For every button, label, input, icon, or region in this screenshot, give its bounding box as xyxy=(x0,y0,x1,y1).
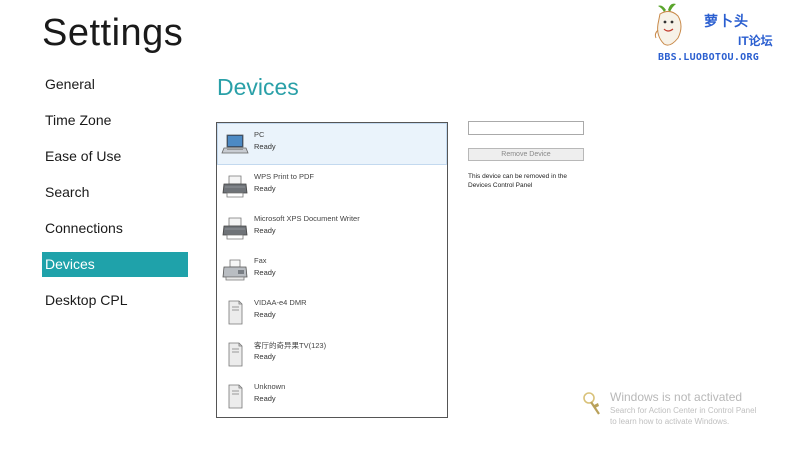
device-item-xps-document-writer[interactable]: Microsoft XPS Document Writer Ready xyxy=(217,207,447,249)
device-status: Ready xyxy=(254,394,276,403)
radish-mascot-icon xyxy=(654,3,682,46)
device-name-field[interactable] xyxy=(468,121,584,135)
nav-item-devices[interactable]: Devices xyxy=(42,252,188,277)
device-status: Ready xyxy=(254,268,276,277)
activation-watermark: Windows is not activated Search for Acti… xyxy=(580,388,790,436)
laptop-icon xyxy=(221,134,249,154)
forum-logo: 萝卜头 IT论坛 BBS.LUOBOTOU.ORG xyxy=(652,2,797,68)
fax-icon xyxy=(222,259,248,281)
logo-url: BBS.LUOBOTOU.ORG xyxy=(658,52,760,63)
nav-item-time-zone[interactable]: Time Zone xyxy=(42,108,188,133)
section-title: Devices xyxy=(217,74,299,100)
device-name: WPS Print to PDF xyxy=(254,172,315,181)
remove-device-button[interactable]: Remove Device xyxy=(468,148,584,161)
settings-nav: General Time Zone Ease of Use Search Con… xyxy=(42,72,188,324)
printer-icon xyxy=(222,175,248,198)
nav-item-ease-of-use[interactable]: Ease of Use xyxy=(42,144,188,169)
device-list[interactable]: PC Ready WPS Print to PDF Ready Microsof… xyxy=(216,122,448,418)
nav-item-search[interactable]: Search xyxy=(42,180,188,205)
nav-item-desktop-cpl[interactable]: Desktop CPL xyxy=(42,288,188,313)
nav-item-connections[interactable]: Connections xyxy=(42,216,188,241)
device-status: Ready xyxy=(254,184,276,193)
media-device-icon xyxy=(228,342,243,367)
device-item-wps-print-to-pdf[interactable]: WPS Print to PDF Ready xyxy=(217,165,447,207)
action-center-flag-icon xyxy=(583,392,600,415)
nav-item-general[interactable]: General xyxy=(42,72,188,97)
device-name: Fax xyxy=(254,256,267,265)
device-item-vidaa-e4-dmr[interactable]: VIDAA-e4 DMR Ready xyxy=(217,291,447,333)
device-status: Ready xyxy=(254,352,276,361)
device-name: VIDAA-e4 DMR xyxy=(254,298,307,307)
device-name: PC xyxy=(254,130,265,139)
device-item-fax[interactable]: Fax Ready xyxy=(217,249,447,291)
device-name: 客厅的奇异果TV(123) xyxy=(254,341,327,350)
activation-line-1: Search for Action Center in Control Pane… xyxy=(610,406,757,415)
logo-text-primary: 萝卜头 xyxy=(704,13,749,29)
remove-device-note: This device can be removed in the Device… xyxy=(468,173,567,189)
device-name: Microsoft XPS Document Writer xyxy=(254,214,360,223)
logo-text-secondary: IT论坛 xyxy=(738,34,773,48)
device-name: Unknown xyxy=(254,382,286,391)
device-status: Ready xyxy=(254,310,276,319)
activation-title: Windows is not activated xyxy=(610,390,743,404)
media-device-icon xyxy=(228,384,243,409)
page-title: Settings xyxy=(42,12,184,54)
device-item-pc[interactable]: PC Ready xyxy=(217,123,447,165)
device-status: Ready xyxy=(254,226,276,235)
device-item-living-room-tv[interactable]: 客厅的奇异果TV(123) Ready xyxy=(217,333,447,375)
device-item-unknown[interactable]: Unknown Ready xyxy=(217,375,447,417)
media-device-icon xyxy=(228,300,243,325)
activation-line-2: to learn how to activate Windows. xyxy=(610,417,730,426)
device-status: Ready xyxy=(254,142,276,151)
printer-icon xyxy=(222,217,248,240)
